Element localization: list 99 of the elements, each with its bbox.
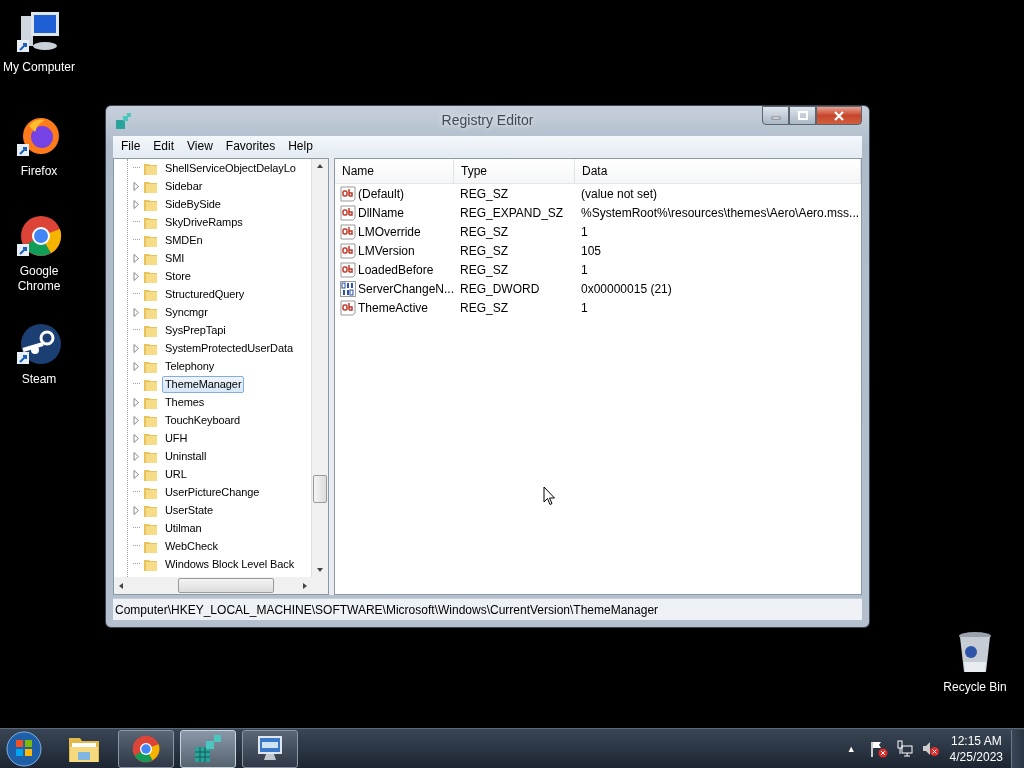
menu-item[interactable]: Favorites bbox=[219, 139, 283, 153]
minimize-button[interactable] bbox=[762, 106, 789, 125]
tree-item[interactable]: UserPictureChange bbox=[162, 483, 263, 501]
value-data: (value not set) bbox=[580, 186, 659, 201]
expand-arrow-icon[interactable] bbox=[133, 397, 140, 407]
desktop-icon-label[interactable]: Steam bbox=[0, 372, 78, 387]
expand-arrow-icon[interactable] bbox=[133, 451, 140, 461]
tree-item[interactable]: Windows Block Level Back bbox=[162, 555, 298, 573]
string-value-icon bbox=[340, 185, 356, 202]
network-icon[interactable] bbox=[895, 739, 914, 758]
desktop-icon-label[interactable]: Google Chrome bbox=[0, 264, 78, 294]
value-name[interactable]: ThemeActive bbox=[358, 300, 429, 315]
desktop-icon-label[interactable]: My Computer bbox=[0, 60, 78, 75]
key-path: Computer\HKEY_LOCAL_MACHINE\SOFTWARE\Microsoft\Windows\CurrentVersion\ThemeManager bbox=[115, 602, 659, 617]
taskbar-button[interactable] bbox=[180, 729, 236, 768]
tree-item[interactable]: StructuredQuery bbox=[162, 285, 248, 303]
expand-arrow-icon[interactable] bbox=[133, 469, 140, 479]
tree-item[interactable]: Store bbox=[162, 267, 194, 285]
expand-arrow-icon[interactable] bbox=[133, 361, 140, 371]
expand-arrow-icon[interactable] bbox=[133, 181, 140, 191]
window-title: Registry Editor bbox=[440, 112, 535, 128]
desktop-icon-label[interactable]: Firefox bbox=[0, 164, 78, 179]
registry-cubes-icon bbox=[115, 112, 133, 130]
expand-arrow-icon[interactable] bbox=[133, 433, 140, 443]
maximize-icon bbox=[797, 111, 808, 120]
tree-item[interactable]: Syncmgr bbox=[162, 303, 211, 321]
value-type: REG_SZ bbox=[459, 186, 509, 201]
value-type: REG_SZ bbox=[459, 300, 509, 315]
string-value-icon bbox=[340, 261, 356, 278]
tree-item[interactable]: TouchKeyboard bbox=[162, 411, 244, 429]
value-type: REG_SZ bbox=[459, 262, 509, 277]
start-button[interactable] bbox=[4, 728, 44, 768]
string-value-icon bbox=[340, 204, 356, 221]
menu-item[interactable]: Help bbox=[282, 139, 320, 153]
value-data: 1 bbox=[580, 262, 589, 277]
tree-item[interactable]: URL bbox=[162, 465, 190, 483]
value-name[interactable]: LMOverride bbox=[358, 224, 421, 239]
value-data: 1 bbox=[580, 224, 589, 239]
string-value-icon bbox=[340, 223, 356, 240]
tree-item[interactable]: SMDEn bbox=[162, 231, 206, 249]
column-header[interactable]: Data bbox=[575, 159, 861, 183]
value-type: REG_SZ bbox=[459, 224, 509, 239]
close-button[interactable] bbox=[816, 106, 862, 125]
expand-arrow-icon[interactable] bbox=[133, 307, 140, 317]
menu-item[interactable]: Edit bbox=[147, 139, 182, 153]
expand-arrow-icon[interactable] bbox=[133, 415, 140, 425]
desktop-icon-label[interactable]: Recycle Bin bbox=[936, 680, 1014, 695]
clock-time[interactable]: 12:15 AM bbox=[950, 732, 1002, 749]
value-type: REG_SZ bbox=[459, 243, 509, 258]
tree-item[interactable]: ThemeManager bbox=[162, 375, 245, 393]
value-data: 0x00000015 (21) bbox=[580, 281, 673, 296]
action-center-flag-icon[interactable] bbox=[869, 739, 888, 758]
expand-arrow-icon[interactable] bbox=[133, 253, 140, 263]
close-icon bbox=[833, 110, 845, 121]
scrollbar-thumb[interactable] bbox=[313, 475, 327, 503]
tree-item[interactable]: Telephony bbox=[162, 357, 218, 375]
tree-item[interactable]: UserState bbox=[162, 501, 216, 519]
tree-item[interactable]: WebCheck bbox=[162, 537, 221, 555]
tree-item[interactable]: SysPrepTapi bbox=[162, 321, 229, 339]
string-value-icon bbox=[340, 299, 356, 316]
expand-arrow-icon[interactable] bbox=[133, 199, 140, 209]
maximize-button[interactable] bbox=[789, 106, 816, 125]
tree-item[interactable]: ShellServiceObjectDelayLo bbox=[162, 159, 299, 177]
tree-item[interactable]: SideBySide bbox=[162, 195, 224, 213]
tree-item[interactable]: Themes bbox=[162, 393, 208, 411]
expand-arrow-icon[interactable] bbox=[133, 505, 140, 515]
menu-item[interactable]: View bbox=[181, 139, 220, 153]
value-data: 1 bbox=[580, 300, 589, 315]
value-name[interactable]: LMVersion bbox=[358, 243, 415, 258]
scrollbar-thumb[interactable] bbox=[178, 578, 274, 593]
tree-item[interactable]: SystemProtectedUserData bbox=[162, 339, 296, 357]
tree-item[interactable]: SMI bbox=[162, 249, 188, 267]
string-value-icon bbox=[340, 242, 356, 259]
value-type: REG_EXPAND_SZ bbox=[459, 205, 565, 220]
registry-cubes-icon bbox=[192, 732, 224, 765]
value-data: 105 bbox=[580, 243, 603, 258]
expand-arrow-icon[interactable] bbox=[133, 271, 140, 281]
value-name[interactable]: (Default) bbox=[358, 186, 404, 201]
show-hidden-icons-button[interactable]: ▲ bbox=[846, 743, 856, 754]
value-name[interactable]: LoadedBefore bbox=[358, 262, 434, 277]
tree-item[interactable]: Utilman bbox=[162, 519, 205, 537]
taskbar-button[interactable] bbox=[118, 729, 174, 768]
tree-item[interactable]: UFH bbox=[162, 429, 191, 447]
value-type: REG_DWORD bbox=[459, 281, 541, 296]
binary-value-icon bbox=[340, 280, 356, 297]
menu-item[interactable]: File bbox=[115, 139, 148, 153]
value-name[interactable]: ServerChangeN... bbox=[357, 281, 454, 296]
mouse-cursor-icon bbox=[543, 486, 556, 506]
tree-item[interactable]: Sidebar bbox=[162, 177, 206, 195]
show-desktop-button[interactable] bbox=[1011, 729, 1024, 768]
expand-arrow-icon[interactable] bbox=[133, 343, 140, 353]
column-header[interactable]: Type bbox=[454, 159, 575, 183]
tree-item[interactable]: SkyDriveRamps bbox=[162, 213, 246, 231]
clock-date[interactable]: 4/25/2023 bbox=[949, 748, 1003, 765]
value-name[interactable]: DllName bbox=[358, 205, 404, 220]
taskbar-button[interactable] bbox=[242, 729, 298, 768]
tree-item[interactable]: Uninstall bbox=[162, 447, 210, 465]
value-data: %SystemRoot%\resources\themes\Aero\Aero.mss... bbox=[580, 205, 861, 220]
column-header[interactable]: Name bbox=[335, 159, 454, 183]
